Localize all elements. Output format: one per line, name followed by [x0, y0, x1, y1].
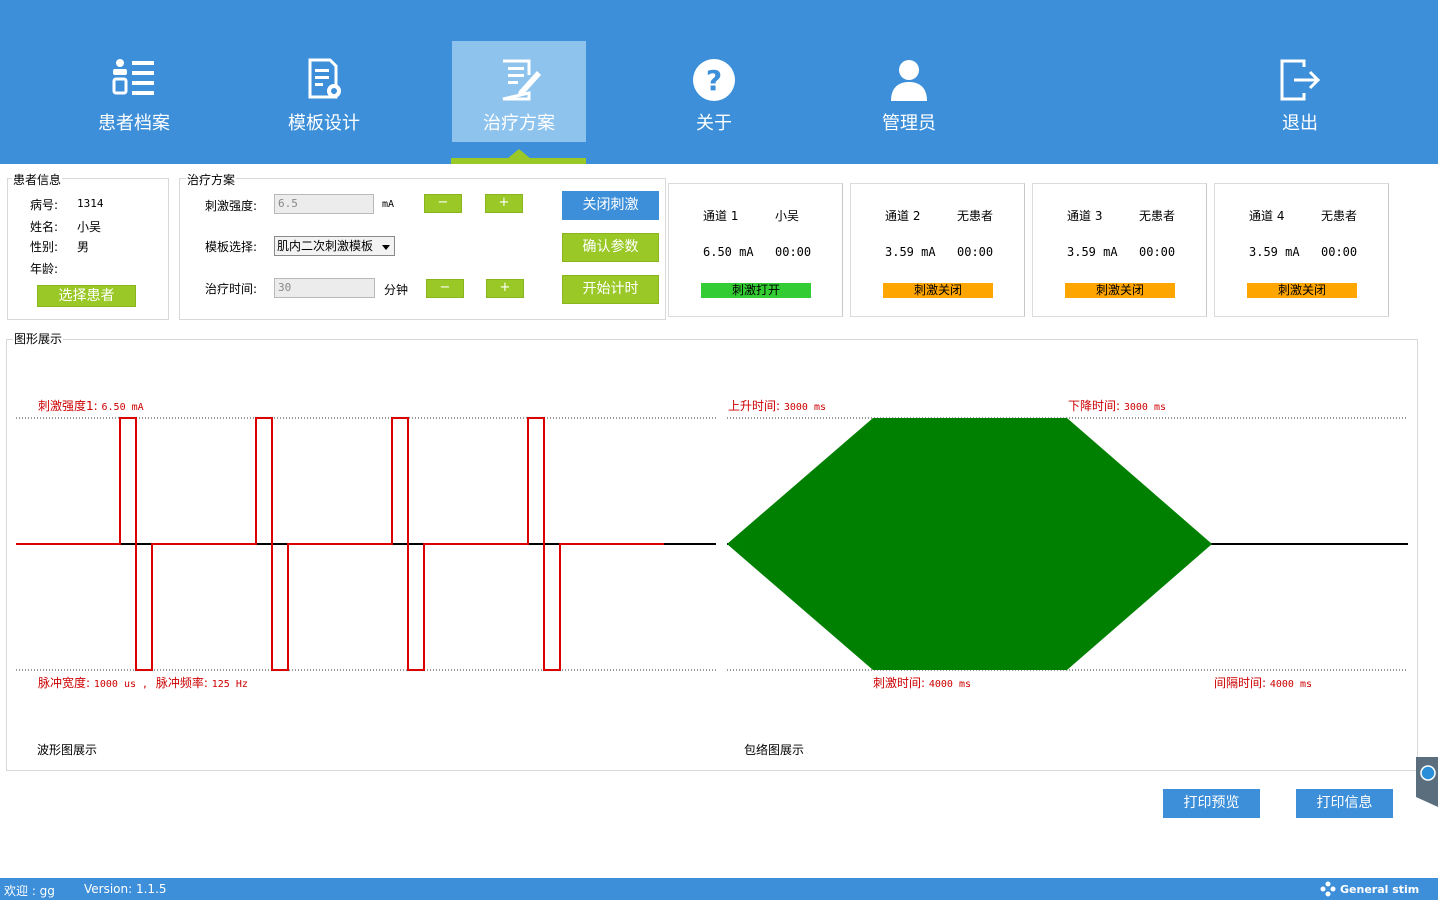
waveform-intensity-caption: 刺激强度1: 6.50 mA [38, 397, 144, 414]
graph-canvas [16, 417, 1408, 671]
status-bar: 欢迎 : gg Version: 1.1.5 General stim [0, 878, 1438, 900]
side-panel-handle[interactable] [1414, 757, 1438, 807]
fall-time-caption: 下降时间: 3000 ms [1068, 397, 1166, 414]
stim-time-value: 4000 ms [928, 679, 972, 690]
waveform-caption: 波形图展示 [37, 743, 98, 757]
stim-time-label: 刺激时间: [873, 676, 926, 690]
fall-time-label: 下降时间: [1068, 399, 1121, 413]
brand-logo-icon [1320, 881, 1336, 897]
interval-time-caption: 间隔时间: 4000 ms [1214, 674, 1312, 691]
pulse-freq-value: 125 Hz [211, 679, 248, 690]
rise-time-value: 3000 ms [783, 402, 827, 413]
rise-time-caption: 上升时间: 3000 ms [728, 397, 826, 414]
pulse-width-label: 脉冲宽度: [38, 676, 91, 690]
interval-time-value: 4000 ms [1269, 679, 1313, 690]
envelope-caption: 包络图展示 [744, 743, 805, 757]
waveform-intensity-label: 刺激强度1: [38, 399, 98, 413]
fall-time-value: 3000 ms [1123, 402, 1167, 413]
pulse-width-value: 1000 us , [93, 679, 149, 690]
stim-time-caption: 刺激时间: 4000 ms [873, 674, 971, 691]
version-text: Version: 1.1.5 [84, 882, 167, 896]
waveform-pulse-caption: 脉冲宽度: 1000 us , 脉冲频率: 125 Hz [38, 674, 248, 691]
pulse-freq-label: 脉冲频率: [155, 676, 208, 690]
print-info-button[interactable]: 打印信息 [1296, 789, 1393, 818]
print-preview-button[interactable]: 打印预览 [1163, 789, 1260, 818]
welcome-text: 欢迎 : gg [4, 884, 55, 898]
brand-name: General stim [1340, 883, 1420, 896]
waveform-intensity-value: 6.50 mA [101, 402, 144, 413]
pulse-train [16, 417, 664, 671]
envelope-shape [727, 418, 1212, 670]
waveform-pulses [16, 417, 664, 671]
interval-time-label: 间隔时间: [1214, 676, 1267, 690]
rise-time-label: 上升时间: [728, 399, 781, 413]
